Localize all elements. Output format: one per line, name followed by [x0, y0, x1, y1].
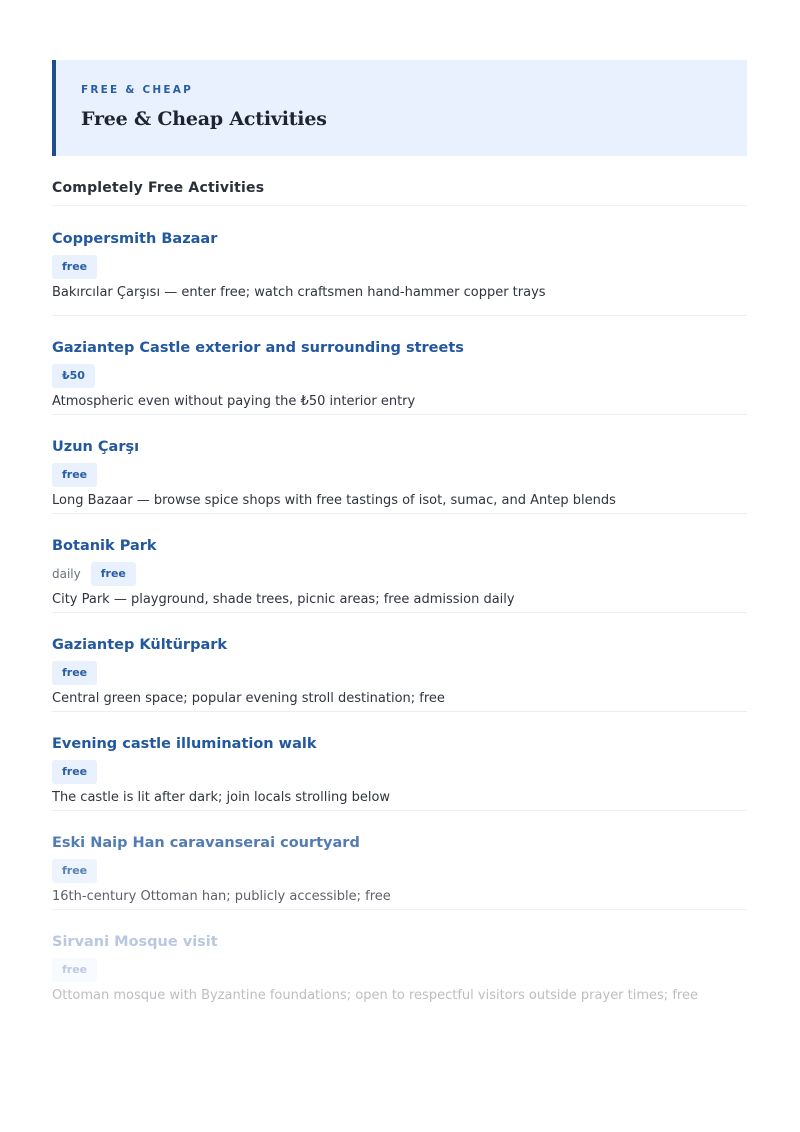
activity-name[interactable]: Gaziantep Kültürpark: [52, 635, 747, 655]
activity-meta: ₺50: [52, 364, 747, 388]
activity-meta: free: [52, 958, 747, 982]
price-badge: free: [52, 661, 98, 685]
activity-item: Evening castle illumination walk free Th…: [52, 712, 747, 811]
page-content: FREE & CHEAP Free & Cheap Activities Com…: [52, 60, 747, 1009]
activity-meta: free: [52, 463, 747, 487]
activity-description: The castle is lit after dark; join local…: [52, 790, 391, 805]
activity-item: Coppersmith Bazaar free Bakırcılar Çarşı…: [52, 206, 747, 316]
activity-description: Long Bazaar — browse spice shops with fr…: [52, 493, 616, 508]
activity-name[interactable]: Sirvani Mosque visit: [52, 932, 747, 952]
activity-name[interactable]: Botanik Park: [52, 536, 747, 556]
activity-meta: free: [52, 661, 747, 685]
price-badge: free: [52, 859, 98, 883]
price-badge: free: [52, 958, 98, 982]
price-badge: free: [52, 255, 98, 279]
activity-frequency: daily: [52, 567, 81, 581]
activity-description: Bakırcılar Çarşısı — enter free; watch c…: [52, 285, 546, 300]
activity-name[interactable]: Gaziantep Castle exterior and surroundin…: [52, 338, 747, 358]
activity-list: Coppersmith Bazaar free Bakırcılar Çarşı…: [52, 206, 747, 1009]
price-badge: free: [52, 760, 98, 784]
page-header: FREE & CHEAP Free & Cheap Activities: [52, 60, 747, 156]
activity-name[interactable]: Evening castle illumination walk: [52, 734, 747, 754]
activity-name[interactable]: Uzun Çarşı: [52, 437, 747, 457]
activity-meta: daily free: [52, 562, 747, 586]
header-eyebrow: FREE & CHEAP: [81, 84, 193, 96]
activity-item: Uzun Çarşı free Long Bazaar — browse spi…: [52, 415, 747, 514]
activity-description: Ottoman mosque with Byzantine foundation…: [52, 988, 698, 1003]
activity-meta: free: [52, 859, 747, 883]
activity-name[interactable]: Eski Naip Han caravanserai courtyard: [52, 833, 747, 853]
page-title: Free & Cheap Activities: [81, 108, 327, 130]
price-badge: free: [90, 562, 136, 586]
activity-meta: free: [52, 255, 747, 279]
activity-meta: free: [52, 760, 747, 784]
activity-description: Central green space; popular evening str…: [52, 691, 445, 706]
section-heading: Completely Free Activities: [52, 179, 747, 206]
price-badge: free: [52, 463, 98, 487]
activity-description: 16th-century Ottoman han; publicly acces…: [52, 889, 391, 904]
activity-item: Gaziantep Castle exterior and surroundin…: [52, 316, 747, 415]
activity-item: Gaziantep Kültürpark free Central green …: [52, 613, 747, 712]
activity-item: Botanik Park daily free City Park — play…: [52, 514, 747, 613]
activity-item: Eski Naip Han caravanserai courtyard fre…: [52, 811, 747, 910]
activity-name[interactable]: Coppersmith Bazaar: [52, 229, 747, 249]
activity-description: City Park — playground, shade trees, pic…: [52, 592, 515, 607]
activity-item: Sirvani Mosque visit free Ottoman mosque…: [52, 910, 747, 1009]
activity-description: Atmospheric even without paying the ₺50 …: [52, 394, 416, 409]
price-badge: ₺50: [52, 364, 95, 388]
